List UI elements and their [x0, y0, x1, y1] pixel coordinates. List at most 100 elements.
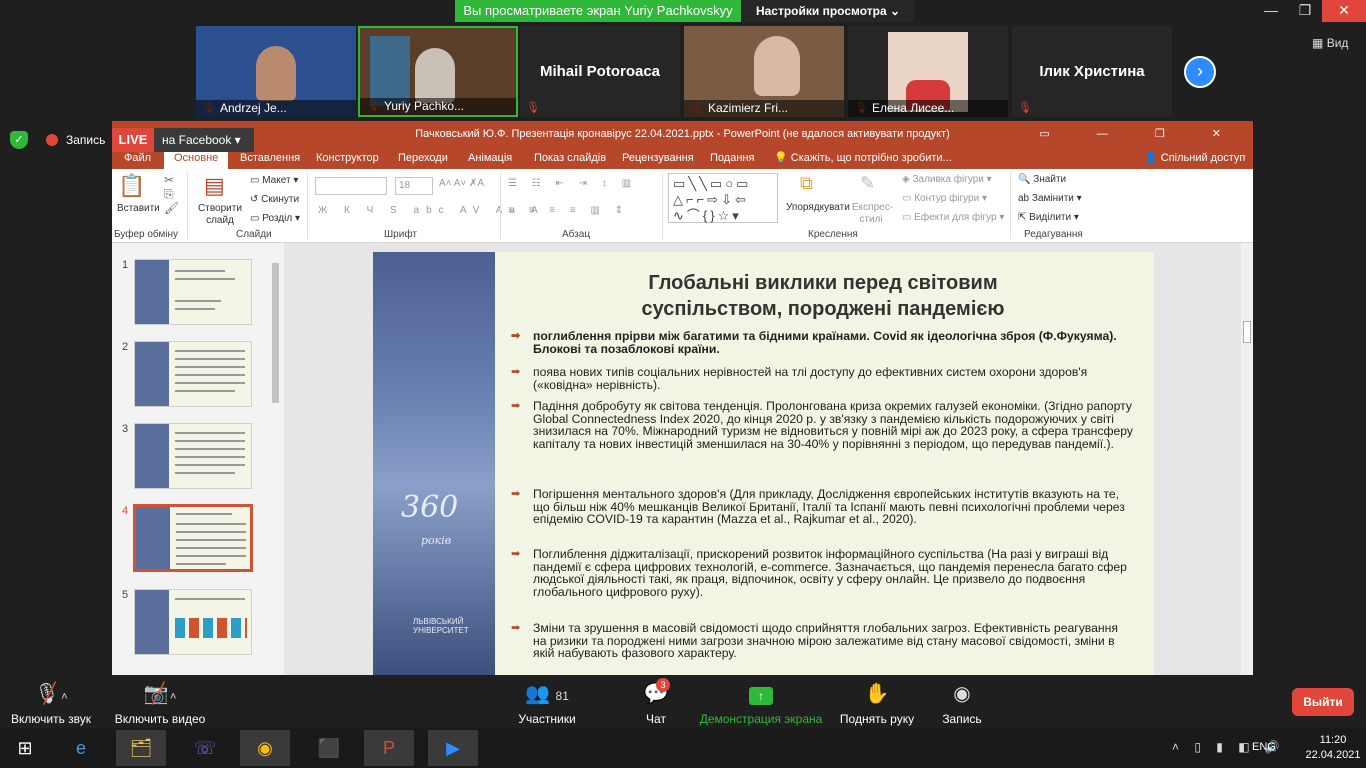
raise-hand-label: Поднять руку: [839, 712, 915, 726]
view-label: Вид: [1326, 36, 1349, 50]
tab-slideshow[interactable]: Показ слайдів: [534, 147, 606, 169]
viber-icon[interactable]: ☏: [180, 730, 230, 766]
minimize-icon[interactable]: —: [1254, 0, 1288, 22]
powerpoint-icon[interactable]: P: [364, 730, 414, 766]
chat-button[interactable]: 💬 3 Чат: [636, 678, 676, 726]
raise-hand-button[interactable]: ✋ Поднять руку: [836, 680, 918, 726]
slide-statue-image: 360 років ЛЬВІВСЬКИЙ УНІВЕРСИТЕТ: [373, 252, 495, 675]
find-button[interactable]: 🔍 Знайти: [1018, 174, 1066, 185]
shape-fill-button[interactable]: ◈ Заливка фігури ▾: [902, 174, 992, 185]
quick-styles-button[interactable]: Експрес-стилі: [852, 202, 893, 226]
reset-label: Скинути: [261, 194, 300, 205]
participant-name: Andrzej Je...: [196, 100, 356, 117]
select-button[interactable]: ⇱ Виділити ▾: [1018, 212, 1079, 223]
close-icon[interactable]: ✕: [1322, 0, 1366, 22]
tell-me-search[interactable]: 💡 Скажіть, що потрібно зробити...: [774, 147, 952, 169]
tray-clock[interactable]: 11:20 22.04.2021: [1300, 733, 1366, 763]
tab-view[interactable]: Подання: [710, 147, 754, 169]
share-button[interactable]: 👤 Спільний доступ: [1144, 147, 1245, 169]
tab-animation[interactable]: Анімація: [468, 147, 512, 169]
thumb-number: 5: [122, 589, 129, 601]
participant-tile-active[interactable]: 🎙 Yuriy Pachko...: [358, 26, 518, 117]
ribbon-home: 📋 Вставити ✂ ⎘ 🖌 ▤ Створити слайд ▭ Макет …: [112, 169, 1253, 243]
person-icon: 👤: [1144, 152, 1158, 164]
slide-scrollbar[interactable]: [1241, 243, 1253, 675]
share-label: Спільний доступ: [1160, 152, 1246, 164]
participant-tile[interactable]: Ілик Христина 🎙: [1012, 26, 1172, 117]
ppt-window-controls[interactable]: ▭ — ❐ ✕: [1039, 121, 1243, 147]
align-buttons[interactable]: ≡ ≡ ≡ ≡ ▥ ⇕: [508, 205, 629, 216]
divider: [307, 173, 308, 239]
thumbnail-scrollbar-thumb[interactable]: [272, 263, 279, 403]
replace-button[interactable]: ab Замінити ▾: [1018, 193, 1082, 204]
participant-name: Елена Лисее...: [848, 100, 1008, 117]
slide-thumbnail[interactable]: [134, 589, 252, 655]
start-video-button[interactable]: 📷╱ ˄ Включить видео: [112, 680, 208, 726]
shape-outline-label: Контур фігури: [914, 193, 980, 204]
chrome-icon[interactable]: ◉: [240, 730, 290, 766]
participant-video: [754, 36, 800, 96]
tray-language[interactable]: ENG: [1252, 741, 1276, 753]
font-grow-shrink-icons[interactable]: A˄ A˅ ✗A: [439, 178, 484, 189]
participant-tile[interactable]: Mihail Potoroaca 🎙: [520, 26, 680, 117]
tab-design[interactable]: Конструктор: [316, 147, 379, 169]
tab-transitions[interactable]: Переходи: [398, 147, 448, 169]
windows-start-icon[interactable]: ⊞: [0, 730, 50, 766]
group-clipboard: Буфер обміну: [114, 229, 179, 240]
quick-styles-icon[interactable]: ✎: [860, 173, 875, 194]
acrobat-icon[interactable]: ⬛: [304, 730, 354, 766]
font-name-input[interactable]: [315, 177, 387, 195]
next-page-button[interactable]: ›: [1184, 56, 1216, 88]
paste-button[interactable]: Вставити: [117, 203, 160, 214]
arrange-icon[interactable]: ⧉: [800, 173, 813, 194]
tray-date: 22.04.2021: [1305, 749, 1361, 761]
layout-button[interactable]: ▭ Макет ▾: [250, 175, 298, 186]
thumb-number: 2: [122, 341, 129, 353]
paste-icon[interactable]: 📋: [118, 173, 145, 199]
list-buttons[interactable]: ☰ ☷ ⇤ ⇥ ↕ ▥: [508, 178, 637, 189]
reset-button[interactable]: ↺ Скинути: [250, 194, 299, 205]
leave-button[interactable]: Выйти: [1292, 688, 1354, 716]
arrange-button[interactable]: Упорядкувати: [786, 202, 850, 213]
participant-tile[interactable]: 🎙 Елена Лисее...: [848, 26, 1008, 117]
font-size-input[interactable]: 18: [395, 177, 433, 195]
shape-outline-button[interactable]: ▭ Контур фігури ▾: [902, 193, 987, 204]
slide-thumbnail-active[interactable]: [133, 504, 253, 572]
bullet-item: поглиблення прірви між багатими та бідни…: [511, 330, 1133, 355]
new-slide-button[interactable]: Створити слайд: [198, 203, 242, 227]
restore-icon[interactable]: ❐: [1288, 0, 1322, 22]
view-settings-dropdown[interactable]: Настройки просмотра ⌄: [741, 0, 915, 22]
participant-tile[interactable]: 🎙 Andrzej Je...: [196, 26, 356, 117]
participant-tile[interactable]: 🎙 Kazimierz Fri...: [684, 26, 844, 117]
shapes-gallery[interactable]: ▭╲╲▭○▭ △⌐⌐⇨⇩⇦ ∿⌒{}☆▾: [668, 173, 778, 223]
tab-review[interactable]: Рецензування: [622, 147, 694, 169]
unmute-button[interactable]: 🎙╱ ˄ Включить звук: [8, 680, 94, 726]
bookshelf-video: [370, 36, 410, 106]
bullet-item: Поглиблення діджиталізації, прискорений …: [511, 548, 1133, 598]
ie-icon[interactable]: e: [56, 730, 106, 766]
view-settings-label: Настройки просмотра: [755, 4, 887, 18]
slide-thumbnails-pane: 1 2 3 4 5: [112, 243, 284, 675]
slide-thumbnail[interactable]: [134, 259, 252, 325]
section-button[interactable]: ▭ Розділ ▾: [250, 213, 300, 224]
zoom-icon[interactable]: ▶: [428, 730, 478, 766]
replace-label: Замінити: [1031, 193, 1074, 204]
divider: [187, 173, 188, 239]
clipboard-small-icons[interactable]: ✂ ⎘ 🖌: [164, 173, 179, 215]
current-slide[interactable]: 360 років ЛЬВІВСЬКИЙ УНІВЕРСИТЕТ Глобаль…: [373, 252, 1154, 675]
slide-thumbnail[interactable]: [134, 423, 252, 489]
new-slide-icon[interactable]: ▤: [204, 173, 225, 199]
slide-scrollbar-thumb[interactable]: [1243, 321, 1251, 343]
share-screen-icon: ↑: [698, 680, 824, 708]
participants-button[interactable]: 👥 81 Участники: [514, 680, 580, 726]
view-button[interactable]: ▦ Вид: [1312, 36, 1348, 50]
slide-thumbnail[interactable]: [134, 341, 252, 407]
slide-title-line2: суспільством, породжені пандемією: [641, 298, 1005, 320]
live-target[interactable]: на Facebook ▾: [154, 128, 254, 152]
record-button[interactable]: ◉ Запись: [938, 680, 986, 726]
live-badge: LIVE: [112, 128, 154, 152]
security-shield-icon[interactable]: ✓: [10, 131, 28, 149]
file-explorer-icon[interactable]: 🗂: [116, 730, 166, 766]
share-screen-button[interactable]: ↑ Демонстрация экрана: [698, 680, 824, 726]
shape-effects-button[interactable]: ▭ Ефекти для фігур ▾: [902, 212, 1004, 223]
